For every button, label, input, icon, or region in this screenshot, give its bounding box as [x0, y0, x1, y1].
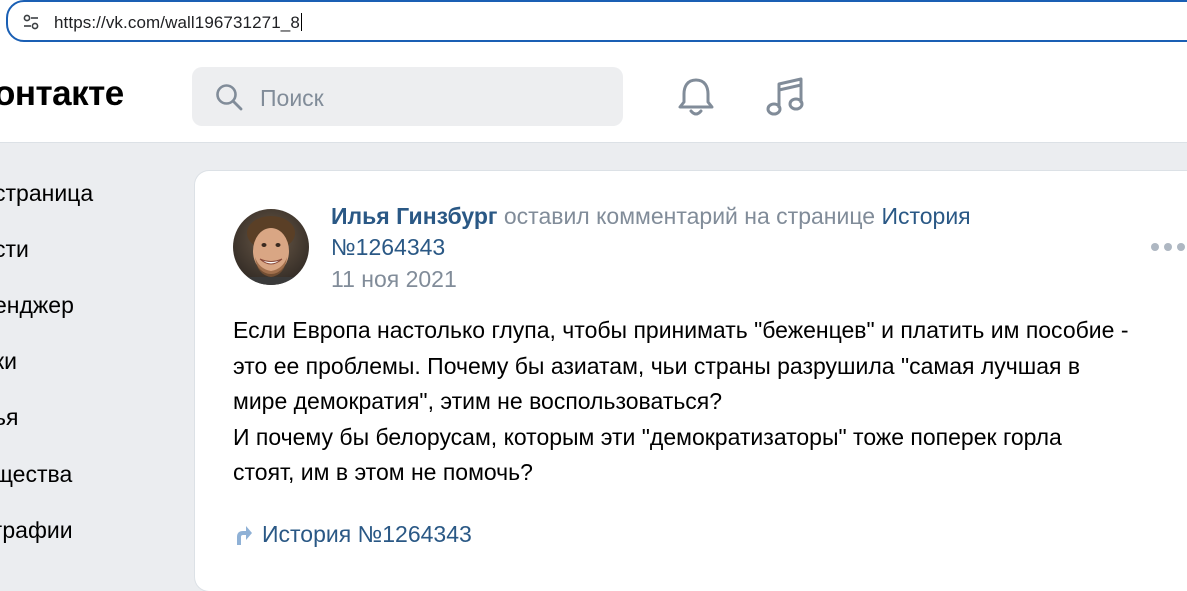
sidebar-item-my-page[interactable]: страница: [0, 178, 93, 208]
attached-link-label: История №1264343: [262, 521, 472, 547]
url-text[interactable]: https://vk.com/wall196731271_8: [54, 13, 302, 33]
sidebar-item-friends[interactable]: ья: [0, 402, 18, 432]
author-avatar[interactable]: [233, 209, 309, 285]
post-text-line: мире демократия", этим не воспользоватьс…: [233, 388, 723, 414]
target-page-title: История: [881, 203, 971, 229]
address-bar[interactable]: https://vk.com/wall196731271_8: [6, 0, 1187, 42]
post-card: Илья Гинзбург оставил комментарий на стр…: [195, 171, 1187, 591]
more-options-icon[interactable]: [1150, 241, 1186, 253]
music-note-icon[interactable]: [764, 75, 806, 119]
target-page-number: №1264343: [331, 234, 446, 260]
browser-toolbar: https://vk.com/wall196731271_8: [0, 0, 1187, 50]
sidebar-item-communities[interactable]: щества: [0, 459, 72, 489]
sidebar-item-photos[interactable]: графии: [0, 515, 73, 545]
post-text-line: стоят, им в этом не помочь?: [233, 459, 533, 485]
vk-logo[interactable]: онтакте: [0, 74, 124, 114]
post-text-line: И почему бы белорусам, которым эти "демо…: [233, 423, 1062, 450]
search-box[interactable]: [192, 67, 623, 126]
left-sidebar: страница сти енджер ки ья щества графии: [0, 143, 190, 559]
avatar-photo: [233, 209, 309, 285]
post-text: Если Европа настолько глупа, чтобы прини…: [233, 313, 1187, 491]
search-icon: [216, 84, 243, 111]
notifications-bell-icon[interactable]: [676, 75, 716, 119]
post-action-text: оставил комментарий на странице: [503, 203, 876, 229]
author-name-link[interactable]: Илья Гинзбург: [331, 203, 497, 229]
post-header: Илья Гинзбург оставил комментарий на стр…: [331, 201, 1031, 263]
sidebar-item-messenger[interactable]: енджер: [0, 290, 74, 320]
post-text-line: Если Европа настолько глупа, чтобы прини…: [233, 317, 1129, 343]
post-text-line: это ее проблемы. Почему бы азиатам, чьи …: [233, 352, 1081, 379]
text-cursor: [300, 13, 302, 31]
search-input[interactable]: [258, 79, 602, 117]
site-settings-icon[interactable]: [22, 13, 40, 31]
sidebar-item-calls[interactable]: ки: [0, 346, 17, 376]
repost-arrow-icon: [237, 525, 252, 545]
post-date[interactable]: 11 ноя 2021: [331, 266, 457, 293]
attached-link[interactable]: История №1264343: [233, 521, 472, 548]
sidebar-item-news[interactable]: сти: [0, 234, 29, 264]
site-header: онтакте: [0, 50, 1187, 143]
